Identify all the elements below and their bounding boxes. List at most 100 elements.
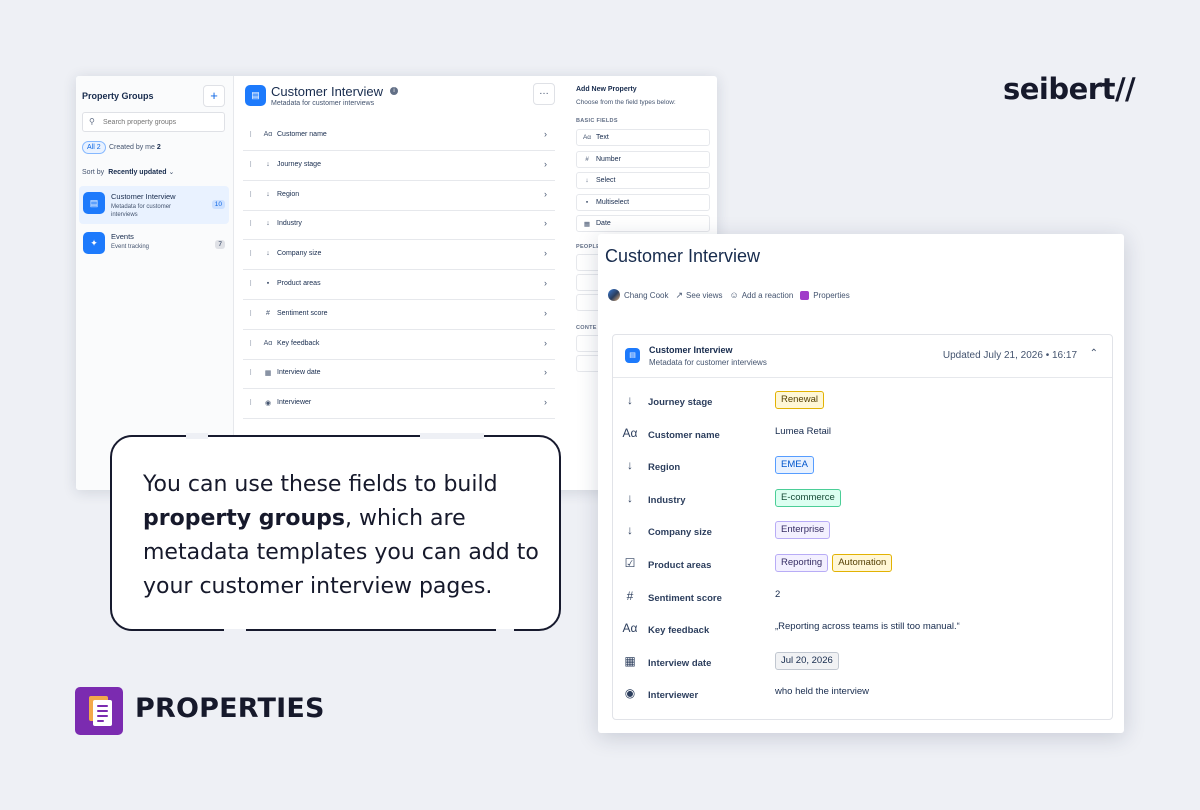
field-row[interactable]: ⠇ ▪ Product areas › xyxy=(243,270,555,300)
updated-timestamp: Updated July 21, 2026 • 16:17 xyxy=(942,350,1077,361)
sidebar-title: Property Groups xyxy=(82,91,154,101)
multiselect-icon: ▪ xyxy=(585,198,589,206)
property-row: # Sentiment score 2 xyxy=(613,587,1112,617)
field-row[interactable]: ⠇ ↓ Company size › xyxy=(243,240,555,271)
field-label: Company size xyxy=(277,250,322,258)
field-row[interactable]: ⠇ ↓ Journey stage › xyxy=(243,151,555,181)
field-label: Interviewer xyxy=(277,399,312,407)
callout-bold: property groups xyxy=(143,506,345,531)
field-row[interactable]: ⠇ Aα Customer name › xyxy=(243,121,555,151)
select-icon: ↓ xyxy=(585,177,589,184)
field-row[interactable]: ⠇ Aα Key feedback › xyxy=(243,330,555,360)
field-row[interactable]: ⠇ ▦ Interview date › xyxy=(243,359,555,390)
field-type-date[interactable]: ▦ Date xyxy=(576,215,710,232)
field-row[interactable]: ⠇ ↓ Region › xyxy=(243,181,555,211)
callout-line: You can use these fields to build xyxy=(143,472,498,497)
chevron-right-icon: › xyxy=(544,337,547,348)
text-icon: Aα xyxy=(622,621,638,636)
group-item-events[interactable]: ✦ Events Event tracking 7 xyxy=(79,226,229,264)
select-icon: ↓ xyxy=(266,250,270,258)
property-value[interactable]: who held the interview xyxy=(775,686,869,697)
properties-button[interactable]: Properties xyxy=(800,290,850,300)
calendar-icon: ▦ xyxy=(624,653,636,668)
field-row[interactable]: ⠇ ↓ Industry › xyxy=(243,210,555,241)
drag-handle-icon[interactable]: ⠇ xyxy=(249,340,254,348)
chevron-up-icon[interactable]: ⌃ xyxy=(1090,348,1098,359)
property-row: ↓ Region EMEA xyxy=(613,456,1112,486)
sort-control[interactable]: Sort by Recently updated ⌄ xyxy=(82,168,174,176)
sort-value: Recently updated xyxy=(108,169,167,176)
drag-handle-icon[interactable]: ⠇ xyxy=(249,191,254,199)
search-input[interactable] xyxy=(103,116,221,128)
property-value[interactable]: E-commerce xyxy=(775,488,845,507)
field-type-select[interactable]: ↓ Select xyxy=(576,172,710,189)
field-row[interactable]: ⠇ ◉ Interviewer › xyxy=(243,389,555,420)
property-row: ◉ Interviewer who held the interview xyxy=(613,684,1112,714)
drag-handle-icon[interactable]: ⠇ xyxy=(249,250,254,258)
calendar-icon: ▦ xyxy=(264,370,272,378)
value-tag[interactable]: Jul 20, 2026 xyxy=(775,651,839,670)
multiselect-icon: ▪ xyxy=(266,280,270,287)
group-count-badge: 7 xyxy=(215,240,225,249)
number-icon: # xyxy=(266,309,270,317)
see-views-button[interactable]: ↗ See views xyxy=(675,290,722,301)
drag-handle-icon[interactable]: ⠇ xyxy=(249,131,254,139)
drag-handle-icon[interactable]: ⠇ xyxy=(249,220,254,228)
filter-created-by-me[interactable]: Created by me 2 xyxy=(105,141,165,154)
filter-label: All xyxy=(87,144,95,151)
drag-handle-icon[interactable]: ⠇ xyxy=(249,310,254,318)
property-value[interactable]: Renewal xyxy=(775,391,828,409)
drag-handle-icon[interactable]: ⠇ xyxy=(249,369,254,377)
filter-count: 2 xyxy=(156,144,161,151)
field-label: Interview date xyxy=(277,369,321,377)
number-icon: # xyxy=(626,588,634,603)
group-item-customer-interview[interactable]: ▤ Customer Interview Metadata for custom… xyxy=(79,186,229,224)
group-count-badge: 10 xyxy=(211,200,225,209)
property-value[interactable]: Lumea Retail xyxy=(775,426,831,437)
select-icon: ↓ xyxy=(266,160,270,168)
property-row: Aα Customer name Lumea Retail xyxy=(613,424,1112,454)
more-options-button[interactable]: … xyxy=(533,83,555,105)
field-type-text[interactable]: Aα Text xyxy=(576,129,710,146)
property-value[interactable]: Jul 20, 2026 xyxy=(775,651,843,670)
property-value[interactable]: Reporting Automation xyxy=(775,554,896,572)
group-description: Metadata for customer interviews xyxy=(111,204,172,218)
chevron-right-icon: › xyxy=(544,307,547,318)
add-reaction-button[interactable]: ☺ Add a reaction xyxy=(730,290,794,300)
property-value[interactable]: EMEA xyxy=(775,456,818,475)
author[interactable]: Chang Cook xyxy=(608,289,668,301)
panel-title: Add New Property xyxy=(576,86,637,93)
info-icon[interactable]: i xyxy=(390,87,398,95)
value-tag[interactable]: EMEA xyxy=(775,456,814,475)
person-icon: ✦ xyxy=(83,232,105,254)
field-type-label: Number xyxy=(596,155,621,163)
group-description: Event tracking xyxy=(111,244,150,250)
drag-handle-icon[interactable]: ⠇ xyxy=(249,399,254,407)
person-icon: ◉ xyxy=(624,686,636,701)
filter-all[interactable]: All 2 xyxy=(82,141,106,154)
border-gap xyxy=(186,433,208,439)
text-icon: Aα xyxy=(582,134,592,141)
select-icon: ↓ xyxy=(266,220,270,228)
text-icon: Aα xyxy=(263,131,273,138)
field-type-number[interactable]: # Number xyxy=(576,150,710,168)
see-views-label: See views xyxy=(686,290,723,300)
property-value[interactable]: 2 xyxy=(775,589,780,600)
value-tag[interactable]: Automation xyxy=(832,554,893,572)
field-label: Region xyxy=(277,190,300,198)
value-tag[interactable]: Enterprise xyxy=(775,521,831,540)
value-tag[interactable]: Renewal xyxy=(775,391,824,409)
drag-handle-icon[interactable]: ⠇ xyxy=(249,280,254,288)
field-row[interactable]: ⠇ # Sentiment score › xyxy=(243,300,555,330)
card-header[interactable]: ▤ Customer Interview Metadata for custom… xyxy=(613,335,1112,378)
chevron-right-icon: › xyxy=(544,218,547,229)
property-value[interactable]: „Reporting across teams is still too man… xyxy=(775,621,960,632)
add-group-button[interactable]: + xyxy=(203,85,225,107)
value-tag[interactable]: E-commerce xyxy=(775,488,841,507)
field-type-multiselect[interactable]: ▪ Multiselect xyxy=(576,193,710,211)
select-icon: ↓ xyxy=(627,393,633,407)
drag-handle-icon[interactable]: ⠇ xyxy=(249,161,254,169)
property-value[interactable]: Enterprise xyxy=(775,521,834,540)
search-box[interactable]: ⚲ xyxy=(82,112,225,132)
value-tag[interactable]: Reporting xyxy=(775,554,829,572)
